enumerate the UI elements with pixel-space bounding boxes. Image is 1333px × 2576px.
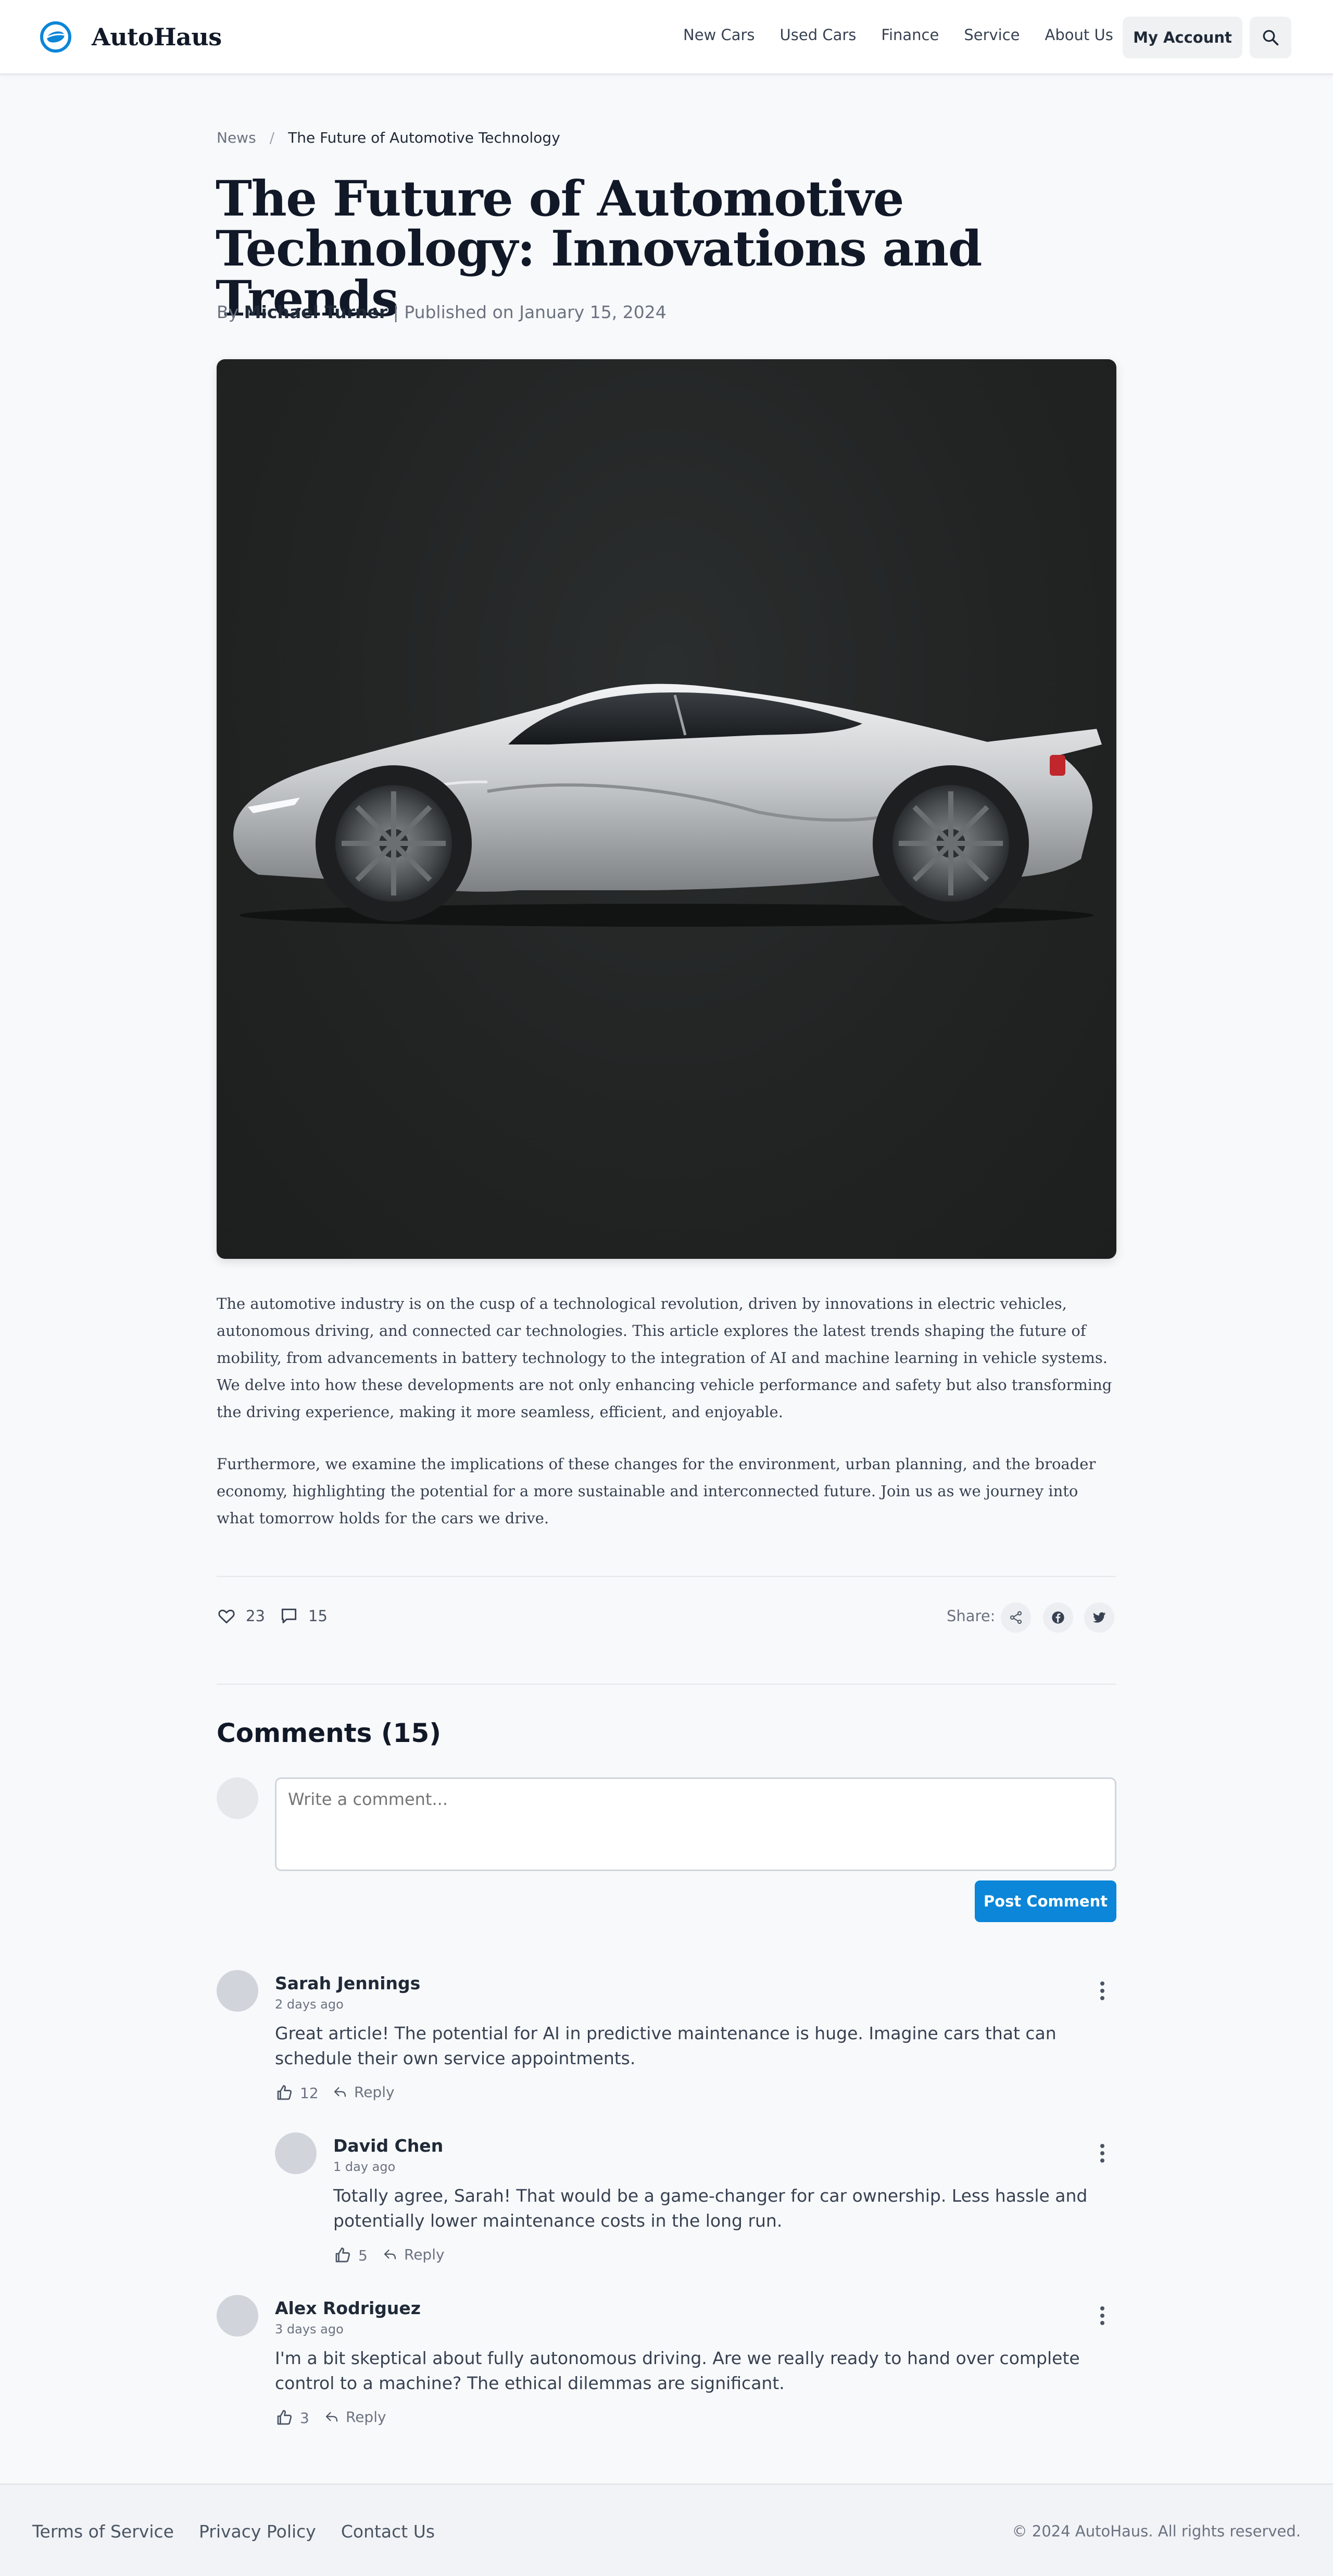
comment-time: 3 days ago bbox=[275, 2322, 344, 2337]
main-nav: New Cars Used Cars Finance Service About… bbox=[683, 26, 1138, 44]
reply-icon bbox=[325, 2411, 338, 2422]
avatar bbox=[275, 2132, 317, 2174]
comment-like-count: 5 bbox=[358, 2246, 368, 2264]
reply-icon bbox=[384, 2249, 396, 2259]
author-name[interactable]: Michael Turner bbox=[244, 302, 387, 322]
nav-used-cars[interactable]: Used Cars bbox=[780, 26, 857, 44]
reply-label: Reply bbox=[354, 2083, 395, 2101]
nav-new-cars[interactable]: New Cars bbox=[683, 26, 755, 44]
article-title: The Future of Automotive Technology: Inn… bbox=[216, 170, 982, 327]
footer-terms-link[interactable]: Terms of Service bbox=[32, 2521, 174, 2542]
search-icon bbox=[1263, 30, 1279, 46]
divider bbox=[217, 1576, 1116, 1577]
breadcrumb-news[interactable]: News bbox=[217, 129, 256, 146]
reply-label: Reply bbox=[404, 2246, 445, 2263]
like-count: 23 bbox=[246, 1607, 265, 1625]
breadcrumb: News / The Future of Automotive Technolo… bbox=[217, 129, 560, 146]
brand-name: AutoHaus bbox=[92, 23, 222, 51]
search-button[interactable] bbox=[1250, 17, 1291, 58]
post-comment-button[interactable]: Post Comment bbox=[975, 1880, 1116, 1922]
comment-like-button[interactable]: 3 bbox=[275, 2408, 309, 2427]
sports-car-illustration bbox=[233, 684, 1102, 927]
share-button[interactable] bbox=[1001, 1602, 1031, 1633]
comment-text: I'm a bit skeptical about fully autonomo… bbox=[275, 2348, 1080, 2393]
share-icon bbox=[1010, 1611, 1022, 1624]
comment-like-button[interactable]: 5 bbox=[333, 2246, 368, 2265]
my-account-button[interactable]: My Account bbox=[1123, 17, 1242, 58]
comment-icon bbox=[281, 1608, 297, 1624]
footer-contact-link[interactable]: Contact Us bbox=[341, 2521, 435, 2542]
copyright: © 2024 AutoHaus. All rights reserved. bbox=[1012, 2522, 1301, 2540]
brand-logo[interactable]: AutoHaus bbox=[40, 21, 222, 53]
twitter-share-button[interactable] bbox=[1084, 1602, 1114, 1633]
thumbs-up-icon bbox=[277, 2410, 292, 2425]
reply-icon bbox=[334, 2087, 346, 2097]
heart-icon bbox=[218, 1609, 235, 1624]
footer-privacy-link[interactable]: Privacy Policy bbox=[199, 2521, 316, 2542]
comment-time: 1 day ago bbox=[333, 2160, 396, 2174]
article-paragraph: Furthermore, we examine the implications… bbox=[217, 1455, 1096, 1527]
comment-time: 2 days ago bbox=[275, 1997, 344, 2012]
nav-service[interactable]: Service bbox=[964, 26, 1020, 44]
comment-count: 15 bbox=[308, 1607, 328, 1625]
reply-button[interactable]: Reply bbox=[324, 2408, 386, 2426]
comment-author[interactable]: David Chen bbox=[333, 2136, 443, 2156]
footer-links: Terms of Service Privacy Policy Contact … bbox=[32, 2521, 460, 2542]
publish-date: | Published on January 15, 2024 bbox=[393, 302, 666, 322]
divider bbox=[217, 1684, 1116, 1685]
breadcrumb-separator: / bbox=[269, 129, 275, 146]
twitter-icon bbox=[1093, 1612, 1106, 1623]
comment-like-count: 12 bbox=[300, 2084, 319, 2102]
byline-prefix: By bbox=[217, 302, 239, 322]
thumbs-up-icon bbox=[277, 2085, 292, 2100]
facebook-share-button[interactable] bbox=[1043, 1602, 1073, 1633]
more-options-icon[interactable] bbox=[1099, 2144, 1105, 2165]
current-user-avatar bbox=[217, 1777, 258, 1819]
comment-input[interactable] bbox=[275, 1777, 1116, 1871]
comments-button[interactable]: 15 bbox=[279, 1606, 328, 1626]
breadcrumb-current: The Future of Automotive Technology bbox=[288, 129, 560, 146]
share-label: Share: bbox=[947, 1607, 996, 1625]
comment-like-button[interactable]: 12 bbox=[275, 2083, 319, 2102]
avatar bbox=[217, 1970, 258, 2012]
facebook-icon bbox=[1052, 1611, 1064, 1624]
comment-author[interactable]: Alex Rodriguez bbox=[275, 2298, 421, 2318]
more-options-icon[interactable] bbox=[1099, 2306, 1105, 2327]
like-button[interactable]: 23 bbox=[217, 1606, 265, 1626]
nav-about-us[interactable]: About Us bbox=[1045, 26, 1113, 44]
more-options-icon[interactable] bbox=[1099, 1981, 1105, 2002]
reply-label: Reply bbox=[346, 2408, 386, 2426]
comment-text: Totally agree, Sarah! That would be a ga… bbox=[333, 2186, 1088, 2231]
comment-like-count: 3 bbox=[300, 2409, 309, 2427]
logo-icon bbox=[40, 21, 71, 53]
nav-finance[interactable]: Finance bbox=[881, 26, 939, 44]
thumbs-up-icon bbox=[335, 2247, 350, 2263]
comment-author[interactable]: Sarah Jennings bbox=[275, 1973, 420, 1993]
comment-text: Great article! The potential for AI in p… bbox=[275, 2023, 1057, 2068]
avatar bbox=[217, 2295, 258, 2337]
article-byline: By Michael Turner | Published on January… bbox=[217, 302, 666, 322]
site-header: AutoHaus New Cars Used Cars Finance Serv… bbox=[0, 0, 1333, 75]
reply-button[interactable]: Reply bbox=[332, 2083, 395, 2101]
reply-button[interactable]: Reply bbox=[382, 2246, 445, 2263]
site-footer: Terms of Service Privacy Policy Contact … bbox=[0, 2483, 1333, 2576]
hero-image bbox=[217, 359, 1116, 1259]
article-paragraph: The automotive industry is on the cusp o… bbox=[217, 1295, 1112, 1421]
comments-heading: Comments (15) bbox=[217, 1718, 442, 1748]
